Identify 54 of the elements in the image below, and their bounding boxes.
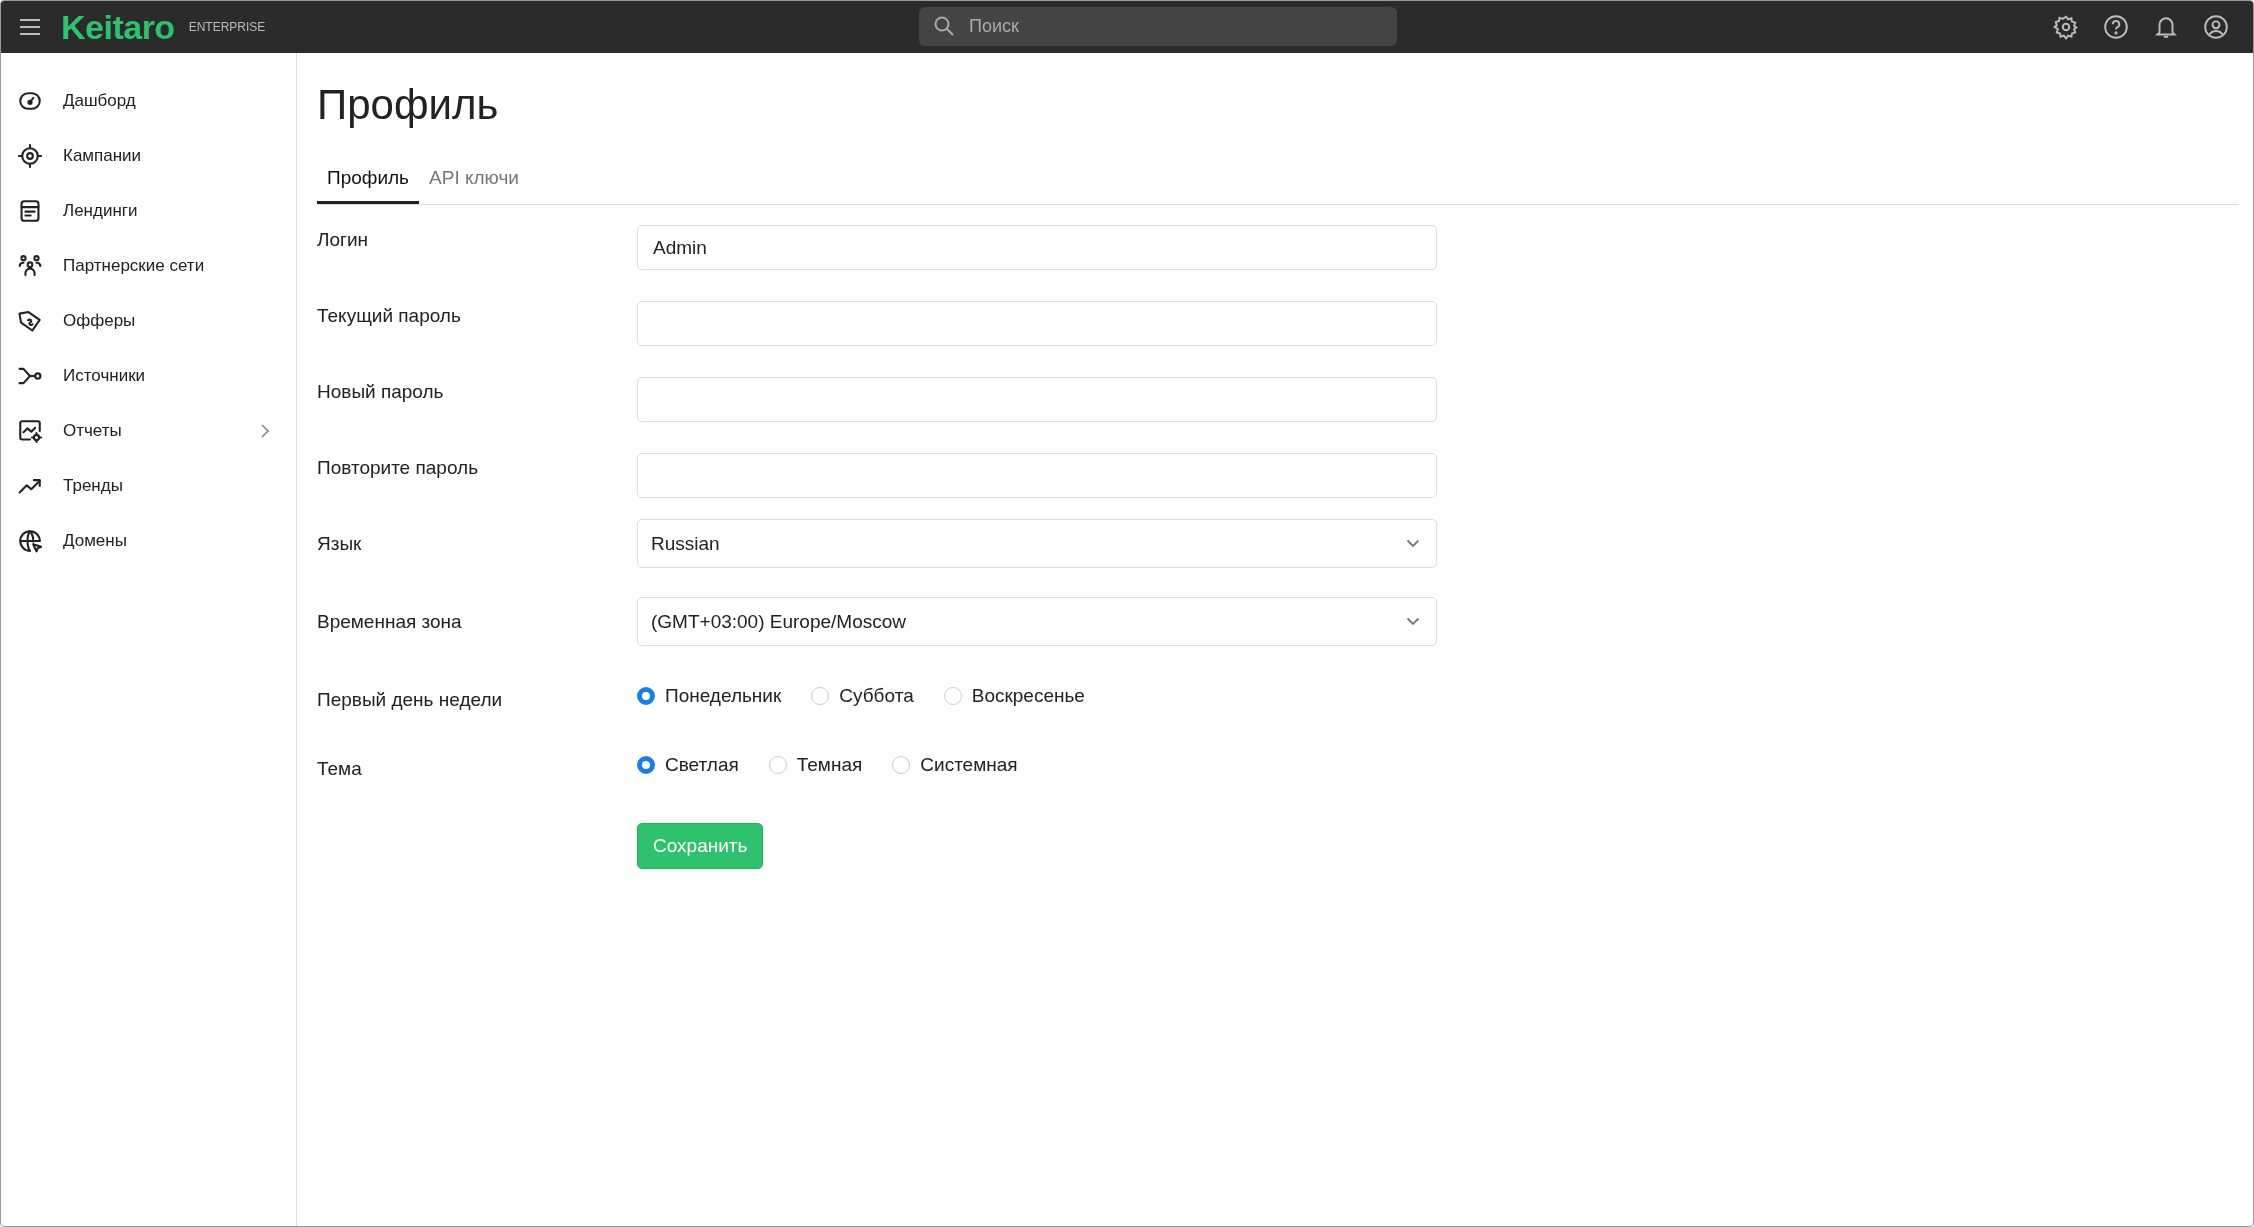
radio-option[interactable]: Воскресенье	[943, 685, 1085, 707]
chevron-right-icon	[260, 422, 270, 439]
radio-option[interactable]: Системная	[892, 754, 1018, 776]
sidebar-item[interactable]: Партнерские сети	[1, 238, 296, 293]
field-label: Повторите пароль	[317, 456, 480, 479]
sidebar-item[interactable]: Домены	[1, 513, 296, 568]
field-label: Язык	[317, 532, 363, 555]
radio-button[interactable]	[637, 756, 655, 774]
select-field[interactable]: (GMT+03:00) Europe/Moscow	[637, 597, 1437, 646]
tab[interactable]: Профиль	[317, 157, 420, 204]
chart-gear-icon	[17, 417, 43, 444]
radio-option[interactable]: Темная	[768, 754, 863, 776]
tab[interactable]: API ключи	[419, 157, 529, 204]
sidebar-item[interactable]: Офферы	[1, 293, 296, 348]
radio-button[interactable]	[943, 687, 962, 705]
globe-cursor-icon	[17, 527, 43, 554]
field-label: Тема	[317, 757, 363, 780]
radio-button[interactable]	[892, 756, 911, 774]
settings-icon[interactable]	[2053, 14, 2079, 40]
bell-icon[interactable]	[2153, 14, 2179, 40]
radio-option[interactable]: Суббота	[811, 685, 914, 707]
logo[interactable]: Keitaro	[61, 7, 175, 47]
sidebar-item[interactable]: Кампании	[1, 128, 296, 183]
radio-button[interactable]	[768, 756, 787, 774]
sidebar-item[interactable]: Тренды	[1, 458, 296, 513]
sidebar-item[interactable]: Источники	[1, 348, 296, 403]
menu-icon[interactable]	[19, 18, 41, 36]
input-field[interactable]: Admin	[637, 225, 1437, 270]
sidebar-item[interactable]: Лендинги	[1, 183, 296, 238]
input-field[interactable]	[637, 453, 1437, 498]
sidebar-item[interactable]: Отчеты	[1, 403, 296, 458]
chevron-down-icon	[1406, 539, 1420, 548]
input-field[interactable]	[637, 301, 1437, 346]
radio-button[interactable]	[637, 687, 655, 705]
field-label: Первый день недели	[317, 688, 504, 711]
help-icon[interactable]	[2103, 14, 2129, 40]
field-label: Текущий пароль	[317, 304, 462, 327]
people-icon	[17, 252, 43, 279]
page-title: Профиль	[317, 81, 500, 129]
radio-button[interactable]	[811, 687, 830, 705]
select-field[interactable]: Russian	[637, 519, 1437, 568]
chevron-down-icon	[1406, 617, 1420, 626]
input-field[interactable]	[637, 377, 1437, 422]
field-label: Логин	[317, 228, 370, 251]
target-icon	[17, 142, 43, 169]
radio-option[interactable]: Понедельник	[637, 685, 782, 707]
sidebar-item[interactable]: Дашборд	[1, 73, 296, 128]
radio-option[interactable]: Светлая	[637, 754, 739, 776]
search-icon	[933, 15, 955, 37]
user-icon[interactable]	[2203, 14, 2229, 40]
edition-label: ENTERPRISE	[188, 20, 266, 34]
field-label: Временная зона	[317, 610, 463, 633]
field-label: Новый пароль	[317, 380, 445, 403]
search-field[interactable]: Поиск	[919, 7, 1397, 46]
